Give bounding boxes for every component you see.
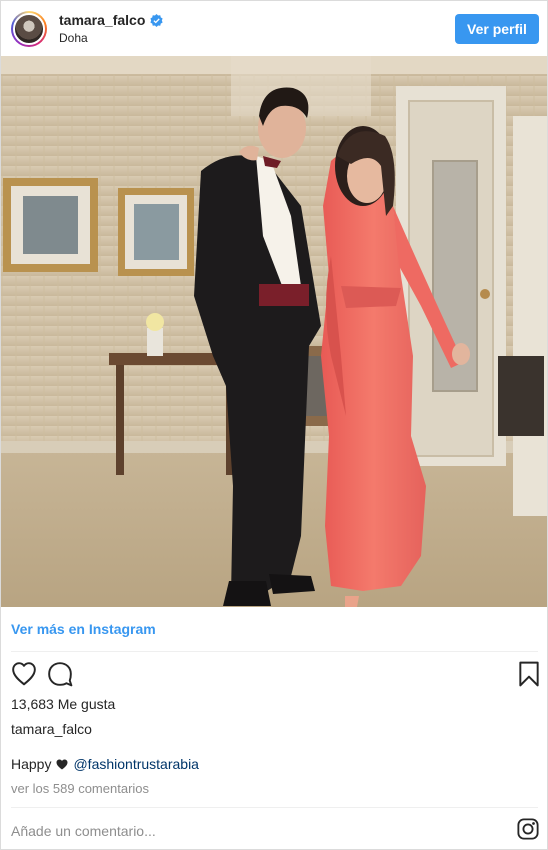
add-comment-input[interactable]: Añade un comentario... — [11, 823, 156, 839]
heart-icon[interactable] — [11, 661, 37, 687]
divider — [11, 807, 538, 808]
caption-username-link[interactable]: tamara_falco — [11, 721, 92, 737]
view-comments-link[interactable]: ver los 589 comentarios — [11, 781, 149, 796]
caption-text: Happy — [11, 756, 52, 772]
bookmark-icon[interactable] — [518, 661, 540, 687]
post-photo[interactable] — [1, 56, 547, 607]
avatar[interactable] — [11, 10, 47, 47]
username-link[interactable]: tamara_falco — [59, 12, 145, 28]
divider — [11, 651, 538, 652]
user-info: tamara_falco Doha — [59, 12, 164, 45]
post-caption: Happy @fashiontrustarabia — [11, 756, 199, 772]
view-profile-button[interactable]: Ver perfil — [455, 14, 539, 44]
caption-mention-link[interactable]: @fashiontrustarabia — [73, 756, 199, 772]
black-heart-icon — [56, 759, 68, 769]
instagram-embed-card: tamara_falco Doha Ver perfil Ver más en … — [0, 0, 548, 850]
instagram-logo-icon[interactable] — [517, 818, 539, 840]
location-link[interactable]: Doha — [59, 31, 163, 45]
likes-count[interactable]: 13,683 Me gusta — [11, 696, 115, 712]
action-bar — [1, 659, 547, 691]
verified-badge-icon — [150, 13, 164, 27]
post-image — [1, 56, 547, 607]
comment-icon[interactable] — [47, 661, 73, 687]
view-more-on-instagram-link[interactable]: Ver más en Instagram — [11, 621, 156, 637]
post-header: tamara_falco Doha Ver perfil — [1, 1, 547, 56]
